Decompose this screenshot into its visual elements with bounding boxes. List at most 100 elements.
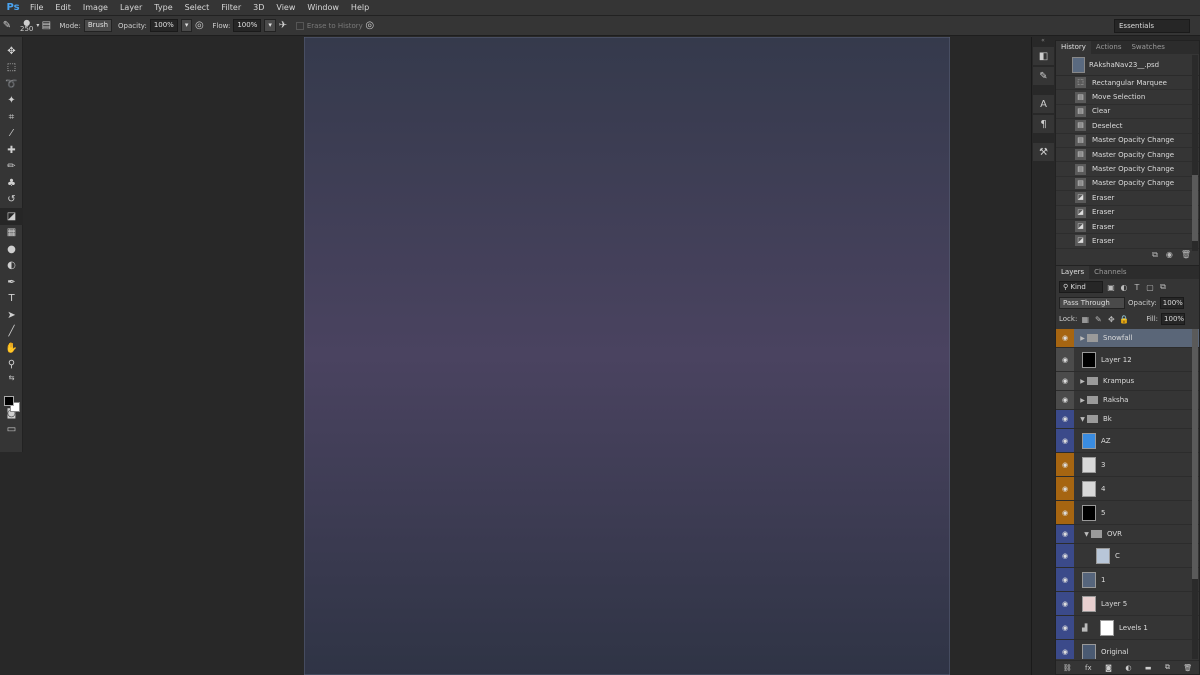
new-layer-icon[interactable]: ⧉ (1165, 663, 1170, 672)
workspace-switcher[interactable]: Essentials (1114, 19, 1190, 33)
layer-row[interactable]: ◉ 4 (1056, 477, 1199, 501)
visibility-eye-icon[interactable]: ◉ (1056, 391, 1074, 409)
visibility-eye-icon[interactable]: ◉ (1056, 568, 1074, 591)
visibility-eye-icon[interactable]: ◉ (1056, 410, 1074, 428)
flow-dropdown-arrow[interactable]: ▾ (264, 19, 276, 32)
layer-row[interactable]: ◉ ▼ OVR (1056, 525, 1199, 544)
visibility-eye-icon[interactable]: ◉ (1056, 544, 1074, 567)
history-source-checkbox[interactable] (1056, 119, 1070, 133)
history-item[interactable]: ▤ Clear (1056, 104, 1199, 120)
visibility-eye-icon[interactable]: ◉ (1056, 592, 1074, 615)
history-source-checkbox[interactable] (1056, 104, 1070, 118)
chevron-right-icon[interactable]: ▶ (1078, 378, 1087, 385)
kind-filter-dropdown[interactable]: ⚲ Kind (1059, 281, 1103, 293)
add-mask-icon[interactable]: ◙ (1105, 664, 1112, 672)
layer-row[interactable]: ◉ Original (1056, 640, 1199, 659)
menu-edit[interactable]: Edit (49, 0, 77, 16)
history-item[interactable]: ▤ Master Opacity Change (1056, 148, 1199, 163)
delete-layer-icon[interactable]: 🗑 (1183, 664, 1192, 672)
history-source-checkbox[interactable] (1056, 133, 1070, 147)
layer-row[interactable]: ◉ Layer 5 (1056, 592, 1199, 616)
filter-adjustment-icon[interactable]: ◐ (1119, 283, 1129, 292)
history-item[interactable]: ▤ Master Opacity Change (1056, 162, 1199, 177)
pressure-size-icon[interactable]: ◎ (363, 19, 377, 33)
chevron-right-icon[interactable]: ▶ (1078, 397, 1087, 404)
lasso-tool-icon[interactable]: ➰ (0, 76, 23, 93)
layer-row[interactable]: ◉ ▶ Krampus (1056, 372, 1199, 391)
type-tool-icon[interactable]: T (0, 291, 23, 308)
filter-type-icon[interactable]: T (1132, 283, 1142, 292)
menu-3d[interactable]: 3D (247, 0, 270, 16)
foreground-color-swatch[interactable] (4, 396, 14, 406)
adjustment-layer-icon[interactable]: ◐ (1125, 664, 1131, 672)
layer-row[interactable]: ◉ C (1056, 544, 1199, 568)
blur-tool-icon[interactable]: ● (0, 241, 23, 258)
fill-field[interactable]: 100% (1161, 313, 1186, 325)
visibility-eye-icon[interactable]: ◉ (1056, 329, 1074, 347)
mode-dropdown[interactable]: Brush (83, 19, 113, 32)
layer-row[interactable]: ◉ 1 (1056, 568, 1199, 592)
healing-brush-tool-icon[interactable]: ✚ (0, 142, 23, 159)
new-group-icon[interactable]: ▬ (1145, 664, 1152, 672)
brush-size-picker[interactable]: ● 250 ▾ (20, 18, 39, 33)
history-source-checkbox[interactable] (1056, 90, 1070, 104)
history-scrollbar[interactable] (1192, 55, 1198, 251)
menu-window[interactable]: Window (301, 0, 345, 16)
history-source-checkbox[interactable] (1056, 76, 1070, 90)
history-source-checkbox[interactable] (1056, 191, 1070, 205)
history-source-checkbox[interactable] (1056, 205, 1070, 219)
history-item[interactable]: ▤ Deselect (1056, 119, 1199, 134)
history-item[interactable]: ▤ Move Selection (1056, 90, 1199, 105)
menu-type[interactable]: Type (148, 0, 178, 16)
quick-select-tool-icon[interactable]: ✦ (0, 93, 23, 110)
clone-stamp-tool-icon[interactable]: ♣ (0, 175, 23, 192)
visibility-eye-icon[interactable]: ◉ (1056, 640, 1074, 659)
tab-actions[interactable]: Actions (1091, 41, 1127, 54)
menu-file[interactable]: File (24, 0, 49, 16)
marquee-tool-icon[interactable]: ⬚ (0, 60, 23, 77)
layer-row[interactable]: ◉ AZ (1056, 429, 1199, 453)
screen-mode-icon[interactable]: ▭ (0, 422, 23, 439)
paragraph-panel-icon[interactable]: ¶ (1033, 115, 1054, 133)
lock-transparency-icon[interactable]: ▦ (1080, 315, 1090, 324)
history-source-checkbox[interactable] (1056, 220, 1070, 234)
visibility-eye-icon[interactable]: ◉ (1056, 348, 1074, 371)
blend-mode-dropdown[interactable]: Pass Through (1059, 297, 1125, 309)
tab-layers[interactable]: Layers (1056, 266, 1090, 279)
opacity-field[interactable]: 100% (149, 19, 178, 32)
tab-history[interactable]: History (1056, 41, 1091, 54)
history-source-checkbox[interactable] (1056, 176, 1070, 190)
visibility-eye-icon[interactable]: ◉ (1056, 453, 1074, 476)
history-source-checkbox[interactable] (1056, 162, 1070, 176)
flow-field[interactable]: 100% (233, 19, 262, 32)
delete-state-icon[interactable]: 🗑 (1181, 250, 1191, 259)
zoom-tool-icon[interactable]: ⚲ (0, 357, 23, 374)
erase-history-checkbox[interactable] (295, 21, 304, 30)
dock-collapse-icon[interactable]: « (1032, 37, 1054, 45)
brush-presets-icon[interactable]: ✎ (1033, 67, 1054, 85)
hand-tool-icon[interactable]: ✋ (0, 340, 23, 357)
lock-position-icon[interactable]: ✥ (1106, 315, 1116, 324)
character-panel-icon[interactable]: A (1033, 95, 1054, 113)
filter-pixel-icon[interactable]: ▣ (1106, 283, 1116, 292)
filter-shape-icon[interactable]: ▢ (1145, 283, 1155, 292)
visibility-eye-icon[interactable]: ◉ (1056, 525, 1074, 543)
history-brush-tool-icon[interactable]: ↺ (0, 192, 23, 209)
eyedropper-tool-icon[interactable]: ⁄ (0, 126, 23, 143)
menu-layer[interactable]: Layer (114, 0, 148, 16)
layer-row[interactable]: ◉ ▶ Raksha (1056, 391, 1199, 410)
history-item[interactable]: ▤ Master Opacity Change (1056, 176, 1199, 192)
history-snapshot[interactable]: RAkshaNav23__.psd (1056, 54, 1199, 76)
link-layers-icon[interactable]: ⛓ (1063, 664, 1072, 672)
layer-row[interactable]: ◉ Layer 12 (1056, 348, 1199, 372)
history-scroll-thumb[interactable] (1192, 175, 1198, 241)
eraser-tool-icon[interactable]: ◪ (0, 208, 23, 225)
tab-channels[interactable]: Channels (1089, 266, 1131, 279)
lock-pixels-icon[interactable]: ✎ (1093, 315, 1103, 324)
line-tool-icon[interactable]: ╱ (0, 324, 23, 341)
layers-scrollbar[interactable] (1192, 329, 1198, 659)
history-item[interactable]: ◪ Eraser (1056, 220, 1199, 235)
opacity-dropdown-arrow[interactable]: ▾ (180, 19, 193, 32)
chevron-down-icon[interactable]: ▼ (1078, 416, 1087, 423)
document-canvas[interactable] (304, 37, 950, 675)
